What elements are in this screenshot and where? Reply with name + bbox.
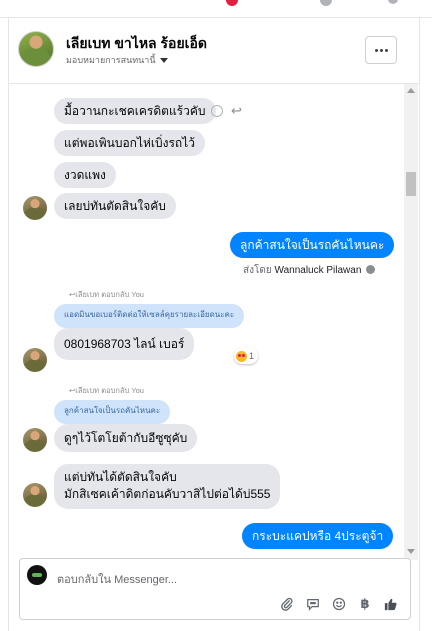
thumbs-up-icon[interactable] — [383, 596, 399, 612]
reply-composer[interactable]: ตอบกลับใน Messenger... ฿ — [19, 558, 411, 620]
sender-name: Wannaluck Pilawan — [274, 265, 362, 276]
message-line: มักสิเซคเค้าดิตก่อนคับวาสิไปต่อได้บ่555 — [64, 487, 271, 501]
scroll-up-icon[interactable] — [407, 88, 415, 93]
scroll-down-icon[interactable] — [407, 549, 415, 554]
contact-avatar-small — [23, 348, 47, 372]
message-bubble[interactable]: ดูๆไว้โตโยต้ากับอีซูซุคับ — [54, 424, 198, 452]
more-dots-icon — [384, 48, 388, 52]
contact-avatar-small — [23, 483, 47, 507]
contact-name[interactable]: เลียเบท ขาไหล ร้อยเอ็ด — [66, 33, 207, 55]
message-bubble[interactable]: เลยบ่ทันตัดสินใจคับ — [54, 193, 176, 219]
quoted-message[interactable]: แอดมินขอเบอร์ติดต่อให้เซลล์คุยรายละเอียด… — [54, 304, 245, 328]
reply-arrow-icon[interactable]: ↩ — [231, 104, 242, 117]
smile-icon[interactable] — [211, 105, 223, 117]
replied-label: ↩เลียเบท ตอบกลับ You — [69, 290, 144, 299]
contact-avatar[interactable] — [18, 31, 54, 67]
assign-conversation-dropdown[interactable]: มอบหมายการสนทนานี้ — [66, 53, 168, 67]
message-thread[interactable]: มื้อวานกะเชคเครดิตแร้วคับ ↩ แต่พอเพินบอก… — [9, 84, 419, 560]
notification-badge — [226, 0, 238, 6]
info-icon[interactable] — [366, 265, 376, 274]
heart-eyes-emoji-icon — [236, 350, 247, 362]
replied-label: ↩เลียเบท ตอบกลับ You — [69, 386, 144, 395]
sent-by-label: ส่งโดย Wannaluck Pilawan — [243, 263, 376, 278]
composer-toolbar: ฿ — [279, 596, 399, 612]
attachment-icon[interactable] — [279, 596, 295, 612]
message-line: แต่บ่ทันได้ตัดสินใจคับ — [64, 470, 177, 484]
conversation-panel: เลียเบท ขาไหล ร้อยเอ็ด มอบหมายการสนทนานี… — [8, 18, 420, 631]
message-bubble-outgoing[interactable]: กระบะแคปหรือ 4ประตูจ้า — [242, 523, 394, 549]
top-icon — [320, 0, 332, 6]
reply-input[interactable]: ตอบกลับใน Messenger... — [57, 570, 177, 588]
emoji-icon[interactable] — [331, 596, 347, 612]
quoted-message[interactable]: ลูกค้าสนใจเป็นรถคันไหนคะ — [54, 400, 171, 424]
baht-icon[interactable]: ฿ — [357, 596, 373, 612]
top-icon — [388, 0, 398, 4]
reply-label-text: เลียเบท ตอบกลับ You — [75, 290, 144, 299]
message-bubble[interactable]: งวดแพง — [54, 162, 116, 188]
conversation-header: เลียเบท ขาไหล ร้อยเอ็ด มอบหมายการสนทนานี… — [9, 18, 419, 84]
scroll-thumb[interactable] — [406, 172, 416, 196]
assign-label: มอบหมายการสนทนานี้ — [66, 55, 156, 65]
reaction-count: 1 — [249, 351, 255, 361]
page-avatar — [27, 565, 47, 585]
browser-top-strip — [0, 0, 432, 18]
message-bubble[interactable]: แต่บ่ทันได้ตัดสินใจคับ มักสิเซคเค้าดิตก่… — [54, 464, 281, 509]
reply-label-text: เลียเบท ตอบกลับ You — [75, 386, 144, 395]
more-dots-icon — [374, 48, 378, 52]
caret-down-icon — [159, 57, 168, 63]
thread-scrollbar[interactable] — [404, 84, 418, 560]
sticker-icon[interactable] — [305, 596, 321, 612]
message-actions: ↩ — [211, 104, 242, 117]
message-bubble[interactable]: 0801968703 ไลน์ เบอร์ — [54, 328, 195, 360]
sent-by-prefix: ส่งโดย — [243, 265, 272, 276]
message-bubble[interactable]: มื้อวานกะเชคเครดิตแร้วคับ — [54, 98, 216, 124]
contact-avatar-small — [23, 428, 47, 452]
reaction-badge[interactable]: 1 — [234, 348, 259, 364]
message-bubble-outgoing[interactable]: ลูกค้าสนใจเป็นรถคันไหนคะ — [230, 232, 395, 258]
more-options-button[interactable] — [365, 36, 397, 64]
contact-avatar-small — [23, 196, 47, 220]
message-bubble[interactable]: แต่พอเพินบอกไห่เบิ่งรถไว้ — [54, 130, 205, 156]
more-dots-icon — [379, 48, 383, 52]
